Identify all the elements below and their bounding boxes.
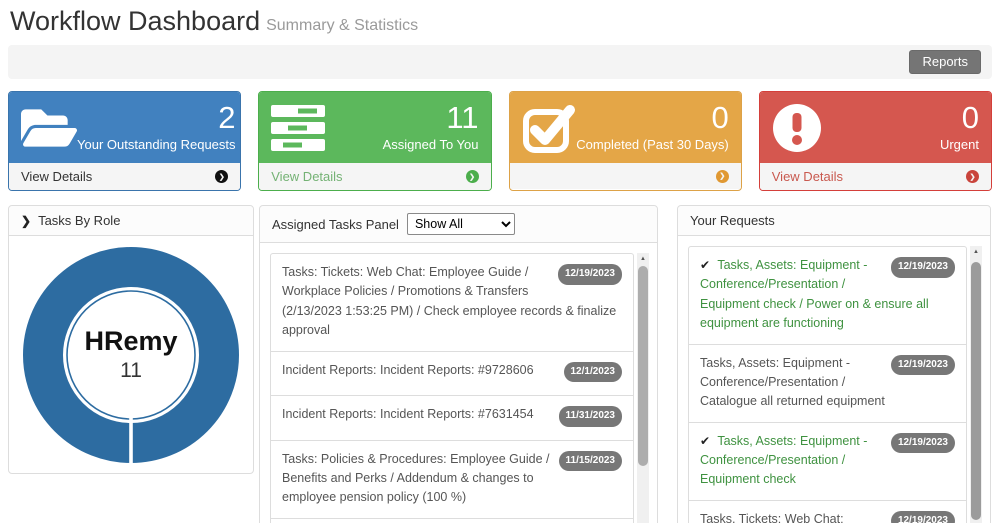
stat-label: Assigned To You [383, 137, 479, 152]
your-requests-title: Your Requests [690, 213, 775, 228]
your-requests-list: 12/19/2023 ✔ Tasks, Assets: Equipment - … [688, 246, 967, 523]
view-details-link[interactable]: ❯ [510, 163, 741, 189]
request-item[interactable]: 12/19/2023 ✔ Tasks, Assets: Equipment - … [689, 247, 966, 345]
stat-value: 0 [962, 101, 979, 135]
check-icon: ✔ [700, 434, 710, 448]
folder-open-icon [21, 101, 77, 155]
your-requests-scrollbar[interactable]: ▲ [970, 246, 982, 523]
arrow-circle-right-icon: ❯ [215, 170, 228, 183]
page-subtitle: Summary & Statistics [266, 17, 418, 34]
stat-value: 11 [446, 101, 478, 135]
assigned-tasks-scrollbar[interactable]: ▲ [637, 253, 649, 523]
assigned-tasks-list: 12/19/2023 Tasks: Tickets: Web Chat: Emp… [270, 253, 634, 523]
view-details-link[interactable]: View Details ❯ [9, 163, 240, 190]
tasks-icon [271, 101, 325, 155]
request-item[interactable]: 12/19/2023 Tasks, Tickets: Web Chat: Emp… [689, 501, 966, 523]
tasks-by-role-panel: ❯ Tasks By Role HRemy 11 [8, 205, 254, 474]
request-item[interactable]: 12/19/2023 Tasks, Assets: Equipment - Co… [689, 345, 966, 423]
view-details-label: View Details [772, 169, 843, 184]
scrollbar-thumb[interactable] [638, 266, 648, 466]
task-item[interactable]: 12/19/2023 Tasks: Tickets: Web Chat: Emp… [271, 254, 633, 352]
stat-value: 2 [218, 101, 235, 135]
chevron-right-icon[interactable]: ❯ [21, 214, 31, 228]
card-outstanding-requests: 2 Your Outstanding Requests View Details… [8, 91, 241, 191]
view-details-label: View Details [21, 169, 92, 184]
card-assigned-top: 11 Assigned To You [259, 92, 490, 163]
card-assigned-to-you: 11 Assigned To You View Details ❯ [258, 91, 491, 191]
card-completed: 0 Completed (Past 30 Days) ❯ [509, 91, 742, 191]
task-text: Incident Reports: Incident Reports: #763… [282, 407, 534, 421]
scroll-up-arrow-icon[interactable]: ▲ [637, 254, 649, 264]
panels-row: ❯ Tasks By Role HRemy 11 [8, 205, 992, 523]
task-item[interactable]: 11/31/2023 Incident Reports: Incident Re… [271, 396, 633, 441]
your-requests-panel: Your Requests 12/19/2023 ✔ Tasks, Assets… [677, 205, 991, 523]
request-item[interactable]: 12/19/2023 ✔ Tasks, Assets: Equipment - … [689, 423, 966, 501]
assigned-tasks-body: 12/19/2023 Tasks: Tickets: Web Chat: Emp… [260, 243, 657, 523]
arrow-circle-right-icon: ❯ [466, 170, 479, 183]
donut-role-label: HRemy [84, 327, 177, 357]
card-outstanding-top: 2 Your Outstanding Requests [9, 92, 240, 163]
task-text: Incident Reports: Incident Reports: #972… [282, 363, 534, 377]
task-item[interactable]: 11/15/2023 Tasks: Policies & Procedures:… [271, 441, 633, 519]
stat-cards-row: 2 Your Outstanding Requests View Details… [8, 91, 992, 191]
assigned-tasks-heading: Assigned Tasks Panel Show All [260, 206, 657, 243]
due-date-badge: 12/19/2023 [558, 264, 622, 285]
due-date-badge: 11/15/2023 [559, 451, 623, 472]
card-completed-top: 0 Completed (Past 30 Days) [510, 92, 741, 163]
tasks-by-role-body: HRemy 11 [9, 236, 253, 473]
stat-label: Urgent [940, 137, 979, 152]
stat-label: Completed (Past 30 Days) [576, 137, 728, 152]
due-date-badge: 12/1/2023 [564, 362, 623, 383]
assigned-tasks-title: Assigned Tasks Panel [272, 217, 399, 232]
exclamation-circle-icon [772, 101, 822, 155]
stat-value: 0 [712, 101, 729, 135]
scrollbar-thumb[interactable] [971, 262, 981, 520]
request-text: Tasks, Assets: Equipment - Conference/Pr… [700, 434, 867, 487]
stat-label: Your Outstanding Requests [77, 137, 236, 152]
view-details-link[interactable]: View Details ❯ [760, 163, 991, 190]
card-urgent-top: 0 Urgent [760, 92, 991, 163]
task-item[interactable]: 11/15/2023 Tasks: Policies & Procedures:… [271, 519, 633, 523]
assigned-tasks-panel: Assigned Tasks Panel Show All 12/19/2023… [259, 205, 658, 523]
due-date-badge: 12/19/2023 [891, 257, 955, 278]
tasks-by-role-heading: ❯ Tasks By Role [9, 206, 253, 236]
your-requests-body: 12/19/2023 ✔ Tasks, Assets: Equipment - … [678, 236, 990, 523]
task-filter-select[interactable]: Show All [407, 213, 515, 235]
workflow-dashboard-page: Workflow Dashboard Summary & Statistics R… [0, 0, 1000, 523]
donut-center-labels: HRemy 11 [23, 247, 239, 463]
due-date-badge: 12/19/2023 [891, 511, 955, 523]
scroll-up-arrow-icon[interactable]: ▲ [970, 247, 982, 257]
request-text: Tasks, Assets: Equipment - Conference/Pr… [700, 356, 885, 409]
tasks-by-role-donut-chart: HRemy 11 [23, 247, 239, 463]
page-title-text: Workflow Dashboard [10, 6, 260, 36]
task-item[interactable]: 12/1/2023 Incident Reports: Incident Rep… [271, 352, 633, 397]
reports-button[interactable]: Reports [909, 50, 981, 74]
view-details-link[interactable]: View Details ❯ [259, 163, 490, 190]
task-text: Tasks: Policies & Procedures: Employee G… [282, 452, 549, 505]
tasks-by-role-title: Tasks By Role [38, 213, 120, 228]
check-icon: ✔ [700, 258, 710, 272]
page-title: Workflow Dashboard Summary & Statistics [10, 6, 992, 37]
your-requests-heading: Your Requests [678, 206, 990, 236]
arrow-circle-right-icon: ❯ [716, 170, 729, 183]
due-date-badge: 12/19/2023 [891, 355, 955, 376]
toolbar: Reports [8, 45, 992, 79]
arrow-circle-right-icon: ❯ [966, 170, 979, 183]
card-urgent: 0 Urgent View Details ❯ [759, 91, 992, 191]
check-square-icon [522, 101, 576, 155]
donut-role-count: 11 [120, 359, 142, 383]
due-date-badge: 11/31/2023 [559, 406, 623, 427]
due-date-badge: 12/19/2023 [891, 433, 955, 454]
view-details-label: View Details [271, 169, 342, 184]
